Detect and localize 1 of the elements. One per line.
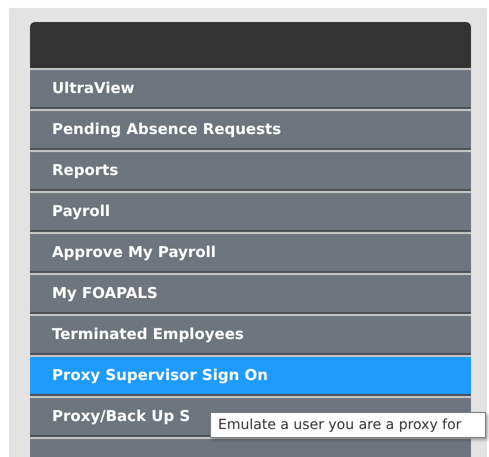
tooltip: Emulate a user you are a proxy for xyxy=(210,412,486,438)
